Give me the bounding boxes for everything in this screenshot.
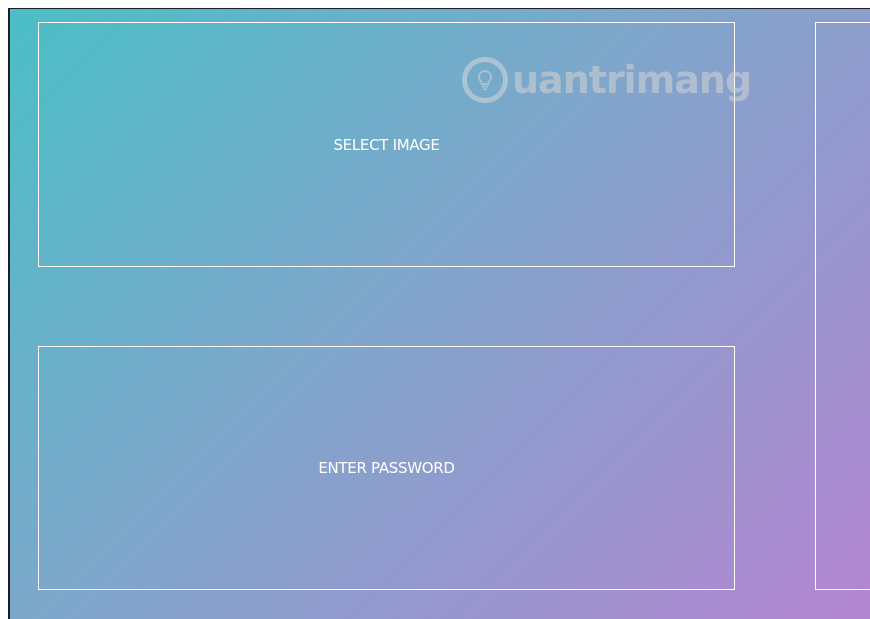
enter-password-button[interactable]: ENTER PASSWORD	[38, 346, 735, 590]
right-panel	[815, 22, 870, 590]
enter-password-label: ENTER PASSWORD	[318, 459, 455, 477]
app-window: SELECT IMAGE ENTER PASSWORD uantrimang	[8, 8, 870, 619]
select-image-button[interactable]: SELECT IMAGE	[38, 22, 735, 267]
select-image-label: SELECT IMAGE	[333, 135, 440, 154]
